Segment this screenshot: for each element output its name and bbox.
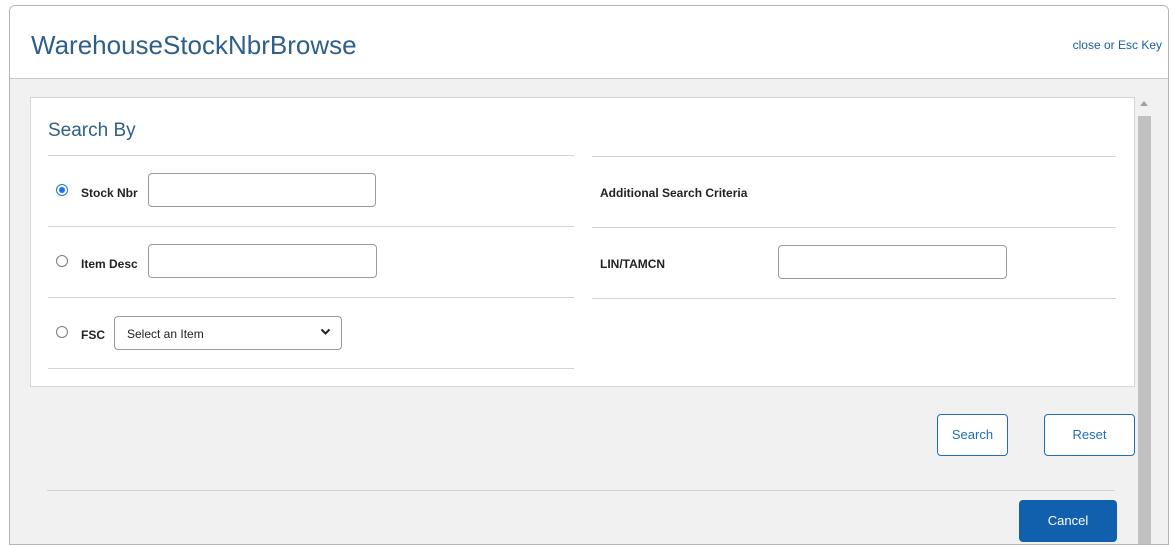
lin-tamcn-input[interactable] bbox=[778, 245, 1007, 279]
item-desc-input[interactable] bbox=[148, 244, 377, 278]
fsc-select[interactable]: Select an Item bbox=[114, 316, 342, 350]
lin-tamcn-label: LIN/TAMCN bbox=[600, 257, 666, 271]
reset-button[interactable]: Reset bbox=[1044, 414, 1135, 456]
fsc-select-value: Select an Item bbox=[127, 327, 204, 341]
modal-title: WarehouseStockNbrBrowse bbox=[31, 30, 357, 60]
search-panel: Search By Stock Nbr Item Desc FSC Select… bbox=[30, 97, 1135, 387]
search-button[interactable]: Search bbox=[937, 414, 1008, 456]
stock-nbr-radio[interactable] bbox=[56, 184, 68, 196]
stock-nbr-input[interactable] bbox=[148, 173, 376, 207]
fsc-radio[interactable] bbox=[56, 326, 68, 338]
scrollbar[interactable] bbox=[1136, 97, 1152, 544]
divider bbox=[48, 297, 574, 298]
modal-header: WarehouseStockNbrBrowse close or Esc Key bbox=[10, 6, 1168, 79]
scrollbar-thumb[interactable] bbox=[1138, 116, 1151, 544]
scroll-up-arrow-icon[interactable] bbox=[1140, 101, 1148, 106]
divider bbox=[48, 226, 574, 227]
divider bbox=[592, 298, 1116, 299]
fsc-label: FSC bbox=[81, 328, 105, 342]
stock-nbr-label: Stock Nbr bbox=[81, 186, 138, 200]
modal-dialog: WarehouseStockNbrBrowse close or Esc Key… bbox=[9, 5, 1169, 545]
divider bbox=[592, 227, 1116, 228]
close-link[interactable]: close or Esc Key bbox=[1073, 38, 1162, 52]
divider bbox=[47, 490, 1115, 491]
divider bbox=[48, 155, 574, 156]
divider bbox=[592, 156, 1116, 157]
item-desc-label: Item Desc bbox=[81, 257, 138, 271]
cancel-button[interactable]: Cancel bbox=[1019, 500, 1117, 542]
item-desc-radio[interactable] bbox=[56, 255, 68, 267]
search-by-title: Search By bbox=[48, 120, 136, 141]
chevron-down-icon bbox=[320, 326, 331, 340]
divider bbox=[48, 368, 574, 369]
additional-criteria-title: Additional Search Criteria bbox=[600, 186, 748, 200]
